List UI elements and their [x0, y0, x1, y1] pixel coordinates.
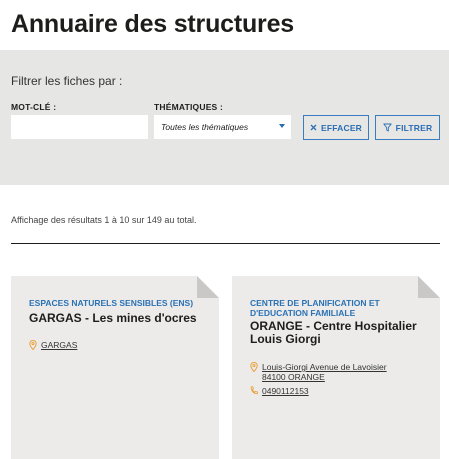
divider [11, 243, 440, 244]
filter-panel: Filtrer les fiches par : MOT-CLÉ : THÉMA… [0, 50, 449, 185]
card-category: ESPACES NATURELS SENSIBLES (ENS) [29, 298, 194, 308]
filter-button-label: FILTRER [395, 122, 433, 133]
close-icon [310, 124, 317, 131]
result-card[interactable]: ESPACES NATURELS SENSIBLES (ENS) GARGAS … [11, 276, 219, 459]
card-address-line: Louis-Giorgi Avenue de Lavoisier [262, 362, 387, 372]
funnel-icon [383, 123, 392, 132]
map-pin-icon [29, 340, 37, 350]
phone-icon [250, 386, 258, 395]
results-summary: Affichage des résultats 1 à 10 sur 149 a… [11, 215, 197, 225]
keyword-input[interactable] [11, 115, 148, 139]
card-address-line: 84100 ORANGE [262, 372, 325, 382]
card-address[interactable]: Louis-Giorgi Avenue de Lavoisier 84100 O… [250, 362, 387, 382]
card-location[interactable]: GARGAS [29, 340, 77, 350]
card-category-line: D'EDUCATION FAMILIALE [250, 308, 356, 318]
filter-button[interactable]: FILTRER [375, 115, 440, 140]
clear-button[interactable]: EFFACER [303, 115, 369, 140]
clear-button-label: EFFACER [320, 122, 363, 133]
folded-corner-icon [197, 276, 219, 298]
card-phone[interactable]: 0490112153 [250, 386, 309, 396]
card-category: CENTRE DE PLANIFICATION ET D'EDUCATION F… [250, 298, 380, 318]
theme-select[interactable]: Toutes les thématiques [154, 115, 291, 139]
card-title-line: Louis Giorgi [250, 332, 321, 346]
card-title[interactable]: GARGAS - Les mines d'ocres [29, 312, 197, 325]
map-pin-icon [250, 362, 258, 372]
theme-select-value: Toutes les thématiques [161, 122, 249, 132]
card-address-text: Louis-Giorgi Avenue de Lavoisier 84100 O… [262, 362, 387, 382]
folded-corner-icon [418, 276, 440, 298]
result-card[interactable]: CENTRE DE PLANIFICATION ET D'EDUCATION F… [232, 276, 440, 459]
card-location-text: GARGAS [41, 340, 78, 350]
card-title[interactable]: ORANGE - Centre Hospitalier Louis Giorgi [250, 320, 417, 346]
card-category-line: CENTRE DE PLANIFICATION ET [250, 298, 380, 308]
theme-label: THÉMATIQUES : [154, 102, 224, 112]
card-phone-text: 0490112153 [262, 386, 309, 396]
page-title: Annuaire des structures [11, 10, 294, 38]
keyword-label: MOT-CLÉ : [11, 102, 57, 112]
filter-intro: Filtrer les fiches par : [11, 74, 123, 88]
chevron-down-icon [279, 124, 285, 128]
